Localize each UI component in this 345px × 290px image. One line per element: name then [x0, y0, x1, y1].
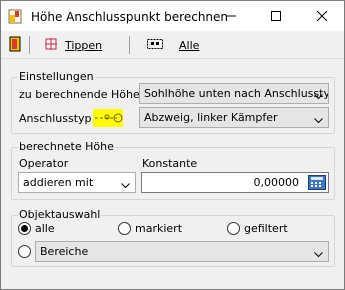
einstellungen-title: Einstellungen	[18, 70, 95, 83]
chevron-down-icon	[314, 248, 323, 261]
maximize-button[interactable]	[253, 1, 298, 31]
app-icon	[8, 9, 24, 25]
operator-select-value: addieren mit	[23, 176, 94, 189]
radio-bereiche-indicator	[18, 245, 31, 258]
tippen-label: Tippen	[65, 38, 103, 52]
title-bar: Höhe Anschlusspunkt berechnen	[1, 1, 344, 31]
radio-markiert-indicator	[118, 222, 131, 235]
radio-bereiche[interactable]	[18, 245, 35, 258]
objektauswahl-title: Objektauswahl	[18, 208, 102, 221]
radio-alle-label: alle	[35, 222, 55, 235]
radio-markiert-label: markiert	[135, 222, 183, 235]
chevron-down-icon	[121, 179, 130, 192]
height-select[interactable]: Sohlhöhe unten nach Anschlusstyp	[139, 83, 329, 104]
alle-label: Alle	[179, 38, 200, 52]
height-label: zu berechnende Höhe	[19, 88, 140, 101]
height-select-value: Sohlhöhe unten nach Anschlusstyp	[144, 87, 329, 100]
bereiche-select[interactable]: Bereiche	[35, 241, 329, 262]
type-select[interactable]: Abzweig, linker Kämpfer	[139, 107, 329, 128]
radio-gefiltert[interactable]: gefiltert	[227, 222, 288, 235]
radio-alle-indicator	[18, 222, 31, 235]
dialog-window: Höhe Anschlusspunkt berechnen Tippen All…	[0, 0, 345, 290]
connection-type-icon	[93, 109, 123, 127]
toolbar-separator	[129, 36, 130, 54]
radio-markiert[interactable]: markiert	[118, 222, 182, 235]
exit-tool-button[interactable]	[9, 35, 23, 55]
calculator-icon[interactable]	[308, 175, 326, 190]
type-label: Anschlusstyp	[19, 112, 92, 125]
crosshair-icon	[45, 37, 57, 53]
tippen-button[interactable]: Tippen	[45, 35, 102, 55]
konstante-value: 0,00000	[253, 176, 300, 189]
alle-button[interactable]: Alle	[147, 35, 199, 55]
radio-alle[interactable]: alle	[18, 222, 55, 235]
radio-gefiltert-label: gefiltert	[244, 222, 288, 235]
toolbar: Tippen Alle	[1, 31, 344, 59]
chevron-down-icon	[314, 90, 323, 103]
operator-select[interactable]: addieren mit	[18, 172, 136, 193]
konstante-label: Konstante	[142, 157, 198, 170]
radio-gefiltert-indicator	[227, 222, 240, 235]
chevron-down-icon	[314, 114, 323, 127]
close-button[interactable]	[299, 1, 344, 31]
select-all-icon	[147, 38, 163, 52]
toolbar-separator	[29, 36, 30, 54]
minimize-button[interactable]	[208, 1, 253, 31]
berechnete-hoehe-title: berechnete Höhe	[18, 140, 115, 153]
exit-door-icon	[9, 36, 23, 55]
bereiche-select-value: Bereiche	[40, 245, 89, 258]
operator-label: Operator	[19, 157, 69, 170]
type-select-value: Abzweig, linker Kämpfer	[144, 111, 278, 124]
window-title: Höhe Anschlusspunkt berechnen	[31, 10, 229, 24]
konstante-input[interactable]: 0,00000	[141, 172, 329, 193]
